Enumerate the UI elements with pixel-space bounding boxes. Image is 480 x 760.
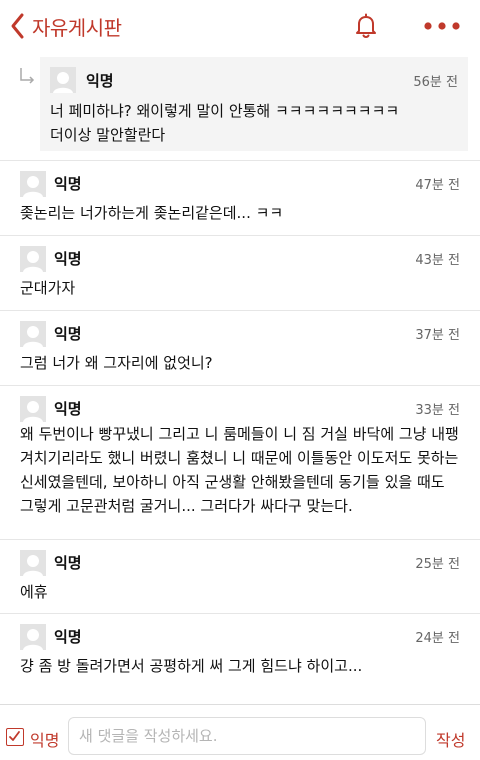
avatar — [20, 550, 46, 576]
timestamp: 25분 전 — [415, 557, 460, 572]
comment-text: 왜 두번이나 빵꾸냈니 그리고 니 룸메들이 니 짐 거실 바닥에 그냥 내팽겨… — [20, 425, 459, 515]
top-bar: 자유게시판 — [0, 0, 480, 52]
anonymous-avatar-icon — [20, 321, 46, 347]
more-dots-icon[interactable] — [422, 12, 462, 40]
submit-button[interactable]: 작성 — [436, 727, 465, 751]
author-name: 익명 — [54, 175, 82, 193]
reply-arrow-icon — [20, 68, 35, 84]
comment-text: 에휴 — [20, 583, 48, 601]
avatar — [20, 396, 46, 422]
comment-item: 익명 43분 전 군대가자 — [0, 235, 480, 310]
anonymous-avatar-icon — [50, 67, 76, 93]
page-title: 자유게시판 — [32, 15, 122, 40]
reply-item: 익명 56분 전 너 페미하냐? 왜이렇게 말이 안통해 ㅋㅋㅋㅋㅋㅋㅋㅋㅋ 더… — [0, 52, 480, 160]
reply-box: 익명 56분 전 너 페미하냐? 왜이렇게 말이 안통해 ㅋㅋㅋㅋㅋㅋㅋㅋㅋ 더… — [40, 57, 468, 151]
comment-item: 익명 37분 전 그럼 너가 왜 그자리에 없엇니? — [0, 310, 480, 385]
anonymous-avatar-icon — [20, 246, 46, 272]
avatar — [20, 321, 46, 347]
bell-icon[interactable] — [352, 12, 380, 40]
comment-list[interactable]: 익명 56분 전 너 페미하냐? 왜이렇게 말이 안통해 ㅋㅋㅋㅋㅋㅋㅋㅋㅋ 더… — [0, 52, 480, 704]
author-name: 익명 — [54, 250, 82, 268]
comment-text: 군대가자 — [20, 279, 76, 297]
anonymous-avatar-icon — [20, 624, 46, 650]
timestamp: 24분 전 — [415, 631, 460, 646]
avatar — [20, 624, 46, 650]
timestamp: 47분 전 — [415, 178, 460, 193]
back-button[interactable]: 자유게시판 — [8, 10, 122, 42]
comment-text: 그럼 너가 왜 그자리에 없엇니? — [20, 354, 213, 372]
chevron-left-icon — [11, 13, 24, 39]
timestamp: 43분 전 — [415, 253, 460, 268]
timestamp: 33분 전 — [415, 403, 460, 418]
timestamp: 56분 전 — [413, 75, 458, 90]
author-name: 익명 — [86, 72, 114, 90]
anonymous-label[interactable]: 익명 — [30, 727, 59, 751]
comment-input[interactable] — [68, 717, 426, 755]
anonymous-avatar-icon — [20, 550, 46, 576]
anonymous-checkbox[interactable] — [6, 728, 24, 746]
timestamp: 37분 전 — [415, 328, 460, 343]
avatar — [20, 171, 46, 197]
reply-text: 너 페미하냐? 왜이렇게 말이 안통해 ㅋㅋㅋㅋㅋㅋㅋㅋㅋ 더이상 말안할란다 — [50, 102, 400, 144]
avatar — [20, 246, 46, 272]
author-name: 익명 — [54, 628, 82, 646]
comment-item: 익명 25분 전 에휴 — [0, 539, 480, 613]
checkmark-icon — [9, 731, 20, 741]
comment-item: 익명 47분 전 좆논리는 너가하는게 좆논리같은데... ㅋㅋ — [0, 160, 480, 235]
comment-text: 좆논리는 너가하는게 좆논리같은데... ㅋㅋ — [20, 204, 284, 222]
anonymous-avatar-icon — [20, 396, 46, 422]
comment-item: 익명 33분 전 왜 두번이나 빵꾸냈니 그리고 니 룸메들이 니 짐 거실 바… — [0, 385, 480, 539]
avatar — [50, 67, 76, 93]
comment-item: 익명 24분 전 걍 좀 방 돌려가면서 공평하게 써 그게 힘드냐 하이고..… — [0, 613, 480, 693]
compose-bar: 익명 작성 — [0, 704, 480, 760]
anonymous-avatar-icon — [20, 171, 46, 197]
comment-text: 걍 좀 방 돌려가면서 공평하게 써 그게 힘드냐 하이고... — [20, 657, 363, 675]
author-name: 익명 — [54, 325, 82, 343]
author-name: 익명 — [54, 400, 82, 418]
author-name: 익명 — [54, 554, 82, 572]
